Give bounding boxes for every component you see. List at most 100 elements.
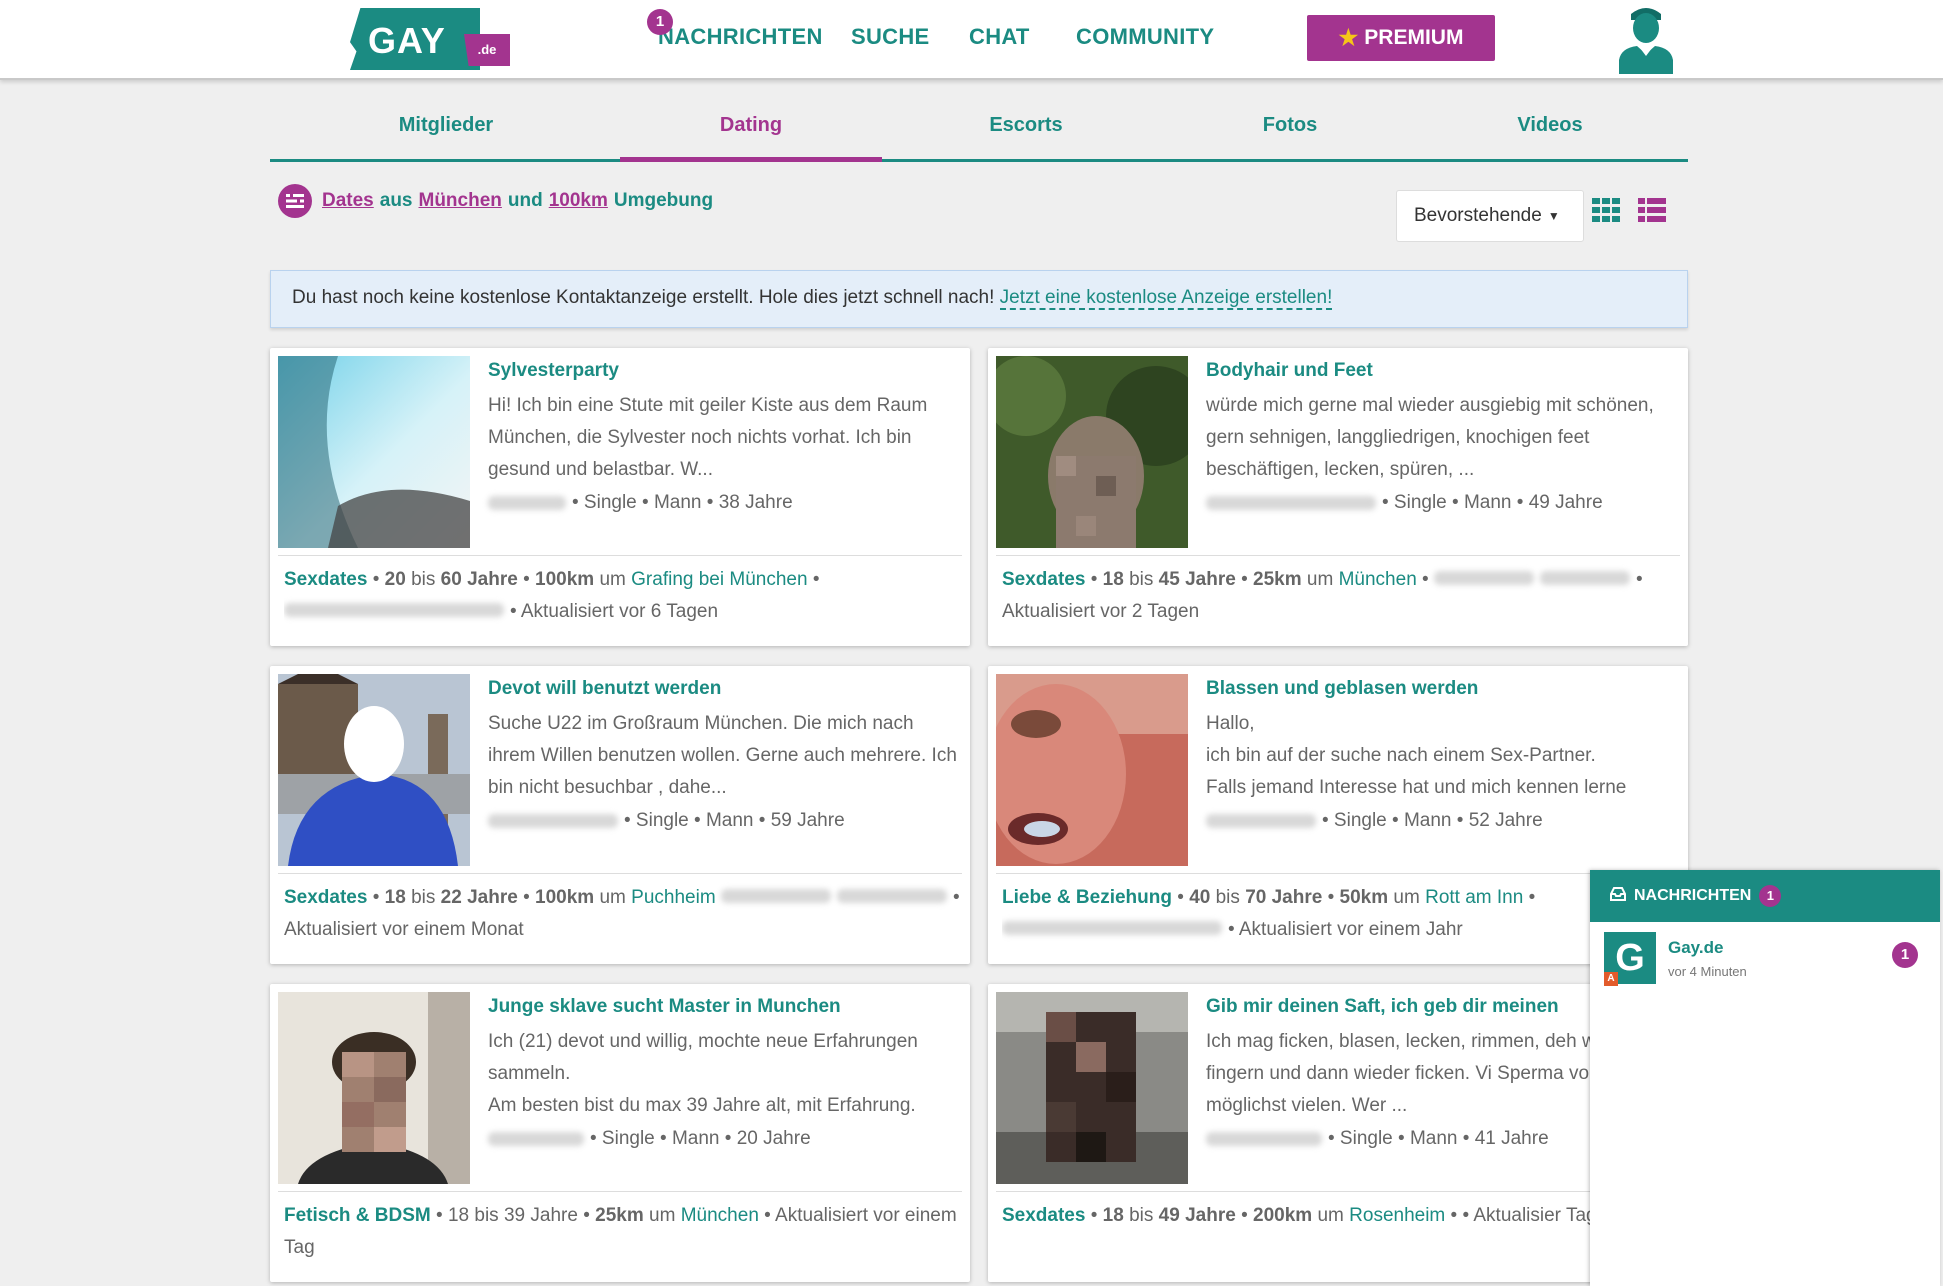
sort-dropdown[interactable]: Bevorstehende ▼ bbox=[1396, 190, 1584, 242]
filter-summary: Dates aus München und 100km Umgebung bbox=[278, 184, 713, 218]
tab-escorts[interactable]: Escorts bbox=[936, 114, 1116, 137]
nav-community[interactable]: COMMUNITY bbox=[1076, 24, 1214, 50]
card-age-to: 70 bbox=[1245, 887, 1267, 908]
card-meta: • Single • Mann • 49 Jahre bbox=[1206, 492, 1603, 514]
dating-card[interactable]: Sylvesterparty Hi! Ich bin eine Stute mi… bbox=[270, 348, 970, 646]
card-category[interactable]: Sexdates bbox=[1002, 569, 1085, 590]
card-title[interactable]: Gib mir deinen Saft, ich geb dir meinen bbox=[1206, 996, 1559, 1018]
message-item[interactable]: G A Gay.de vor 4 Minuten 1 bbox=[1604, 932, 1934, 988]
card-um: um bbox=[599, 569, 626, 590]
card-divider bbox=[996, 1191, 1680, 1192]
card-description: Hallo, ich bin auf der suche nach einem … bbox=[1206, 713, 1627, 798]
messages-panel-title: NACHRICHTEN bbox=[1634, 887, 1752, 904]
card-category[interactable]: Liebe & Beziehung bbox=[1002, 887, 1172, 908]
card-title[interactable]: Blassen und geblasen werden bbox=[1206, 678, 1478, 700]
blurred-username bbox=[488, 496, 566, 510]
card-updated: • Aktualisiert vor 6 Tagen bbox=[510, 601, 719, 622]
card-age-from: 18 bbox=[384, 887, 406, 908]
card-age-to: 60 bbox=[440, 569, 462, 590]
card-place[interactable]: Grafing bei München bbox=[631, 569, 807, 590]
card-age-from: 18 bbox=[1102, 569, 1124, 590]
profile-photo[interactable] bbox=[996, 674, 1188, 866]
card-description: Ich (21) devot und willig, mochte neue E… bbox=[488, 1031, 918, 1116]
card-category[interactable]: Fetisch & BDSM bbox=[284, 1205, 431, 1226]
card-title[interactable]: Junge sklave sucht Master in Munchen bbox=[488, 996, 841, 1018]
card-place[interactable]: München bbox=[681, 1205, 759, 1226]
card-place[interactable]: München bbox=[1339, 569, 1417, 590]
premium-button[interactable]: ★ PREMIUM bbox=[1307, 15, 1495, 61]
profile-photo[interactable] bbox=[278, 356, 470, 548]
blurred-date bbox=[1433, 571, 1534, 585]
card-age-from: 20 bbox=[384, 569, 406, 590]
card-footer: Sexdates • 20 bis 60 Jahre • 100km um Gr… bbox=[284, 569, 820, 622]
card-age-from: 40 bbox=[1189, 887, 1211, 908]
tab-mitglieder[interactable]: Mitglieder bbox=[356, 114, 536, 137]
tab-fotos[interactable]: Fotos bbox=[1200, 114, 1380, 137]
card-meta: • Single • Mann • 59 Jahre bbox=[488, 810, 845, 832]
grid-view-icon[interactable] bbox=[1592, 198, 1620, 222]
blurred-date bbox=[836, 889, 947, 903]
site-logo[interactable]: GAY .de bbox=[350, 8, 510, 72]
profile-photo[interactable] bbox=[996, 356, 1188, 548]
blurred-date bbox=[1002, 921, 1222, 935]
card-meta: • Single • Mann • 52 Jahre bbox=[1206, 810, 1543, 832]
create-ad-link[interactable]: Jetzt eine kostenlose Anzeige erstellen! bbox=[999, 287, 1333, 310]
card-meta: • Single • Mann • 41 Jahre bbox=[1206, 1128, 1549, 1150]
card-place[interactable]: Rosenheim bbox=[1349, 1205, 1445, 1226]
card-divider bbox=[278, 555, 962, 556]
card-updated: • Aktualisiert vor einem Jahr bbox=[1228, 919, 1463, 940]
messages-panel-header[interactable]: NACHRICHTEN 1 bbox=[1590, 870, 1940, 922]
dating-card[interactable]: Devot will benutzt werden Suche U22 im G… bbox=[270, 666, 970, 964]
tab-videos[interactable]: Videos bbox=[1460, 114, 1640, 137]
blurred-username bbox=[1206, 814, 1316, 828]
card-meta: • Single • Mann • 38 Jahre bbox=[488, 492, 793, 514]
card-footer: Sexdates • 18 bis 45 Jahre • 25km um Mün… bbox=[1002, 569, 1643, 622]
card-title[interactable]: Devot will benutzt werden bbox=[488, 678, 721, 700]
list-view-icon[interactable] bbox=[1638, 198, 1666, 222]
top-bar: GAY .de 1 NACHRICHTEN SUCHE CHAT COMMUNI… bbox=[0, 0, 1943, 80]
dating-card[interactable]: Junge sklave sucht Master in Munchen Ich… bbox=[270, 984, 970, 1282]
filter-dates-link[interactable]: Dates bbox=[322, 190, 374, 212]
card-um: um bbox=[649, 1205, 676, 1226]
nav-chat[interactable]: CHAT bbox=[969, 24, 1030, 50]
caret-down-icon: ▼ bbox=[1547, 209, 1560, 223]
filter-city-link[interactable]: München bbox=[419, 190, 502, 212]
card-category[interactable]: Sexdates bbox=[1002, 1205, 1085, 1226]
card-age-from: 18 bbox=[1102, 1205, 1124, 1226]
dating-card[interactable]: Bodyhair und Feet würde mich gerne mal w… bbox=[988, 348, 1688, 646]
card-radius: 100km bbox=[535, 887, 595, 908]
messages-panel: NACHRICHTEN 1 G A Gay.de vor 4 Minuten 1 bbox=[1590, 870, 1940, 1286]
nav-search[interactable]: SUCHE bbox=[851, 24, 930, 50]
tab-dating[interactable]: Dating bbox=[661, 114, 841, 137]
notice-text: Du hast noch keine kostenlose Kontaktanz… bbox=[292, 287, 1000, 308]
card-place[interactable]: Puchheim bbox=[631, 887, 716, 908]
filter-radius-link[interactable]: 100km bbox=[549, 190, 608, 212]
notice-banner: Du hast noch keine kostenlose Kontaktanz… bbox=[270, 270, 1688, 328]
card-footer: Sexdates • 18 bis 49 Jahre • 200km um Ro… bbox=[1002, 1205, 1618, 1226]
card-meta-text: • Single • Mann • 59 Jahre bbox=[624, 810, 845, 831]
dating-card[interactable]: Gib mir deinen Saft, ich geb dir meinen … bbox=[988, 984, 1688, 1282]
card-title[interactable]: Bodyhair und Feet bbox=[1206, 360, 1373, 382]
card-um: um bbox=[1317, 1205, 1344, 1226]
card-category[interactable]: Sexdates bbox=[284, 569, 367, 590]
card-meta-text: • Single • Mann • 52 Jahre bbox=[1322, 810, 1543, 831]
card-place[interactable]: Rott am Inn bbox=[1425, 887, 1523, 908]
profile-photo[interactable] bbox=[278, 992, 470, 1184]
card-age-to: 22 bbox=[440, 887, 462, 908]
filter-icon[interactable] bbox=[278, 184, 312, 218]
blurred-username bbox=[1206, 1132, 1322, 1146]
filter-und: und bbox=[507, 190, 543, 211]
blurred-date bbox=[720, 889, 831, 903]
nav-messages[interactable]: NACHRICHTEN bbox=[658, 24, 823, 50]
blurred-date bbox=[284, 603, 504, 617]
user-avatar-icon[interactable] bbox=[1615, 4, 1677, 74]
card-category[interactable]: Sexdates bbox=[284, 887, 367, 908]
profile-photo[interactable] bbox=[278, 674, 470, 866]
nav-messages-badge: 1 bbox=[647, 9, 673, 35]
card-radius: 25km bbox=[595, 1205, 644, 1226]
card-title[interactable]: Sylvesterparty bbox=[488, 360, 619, 382]
card-divider bbox=[996, 873, 1680, 874]
dating-card[interactable]: Blassen und geblasen werden Hallo, ich b… bbox=[988, 666, 1688, 964]
card-meta-text: • Single • Mann • 38 Jahre bbox=[572, 492, 793, 513]
profile-photo[interactable] bbox=[996, 992, 1188, 1184]
